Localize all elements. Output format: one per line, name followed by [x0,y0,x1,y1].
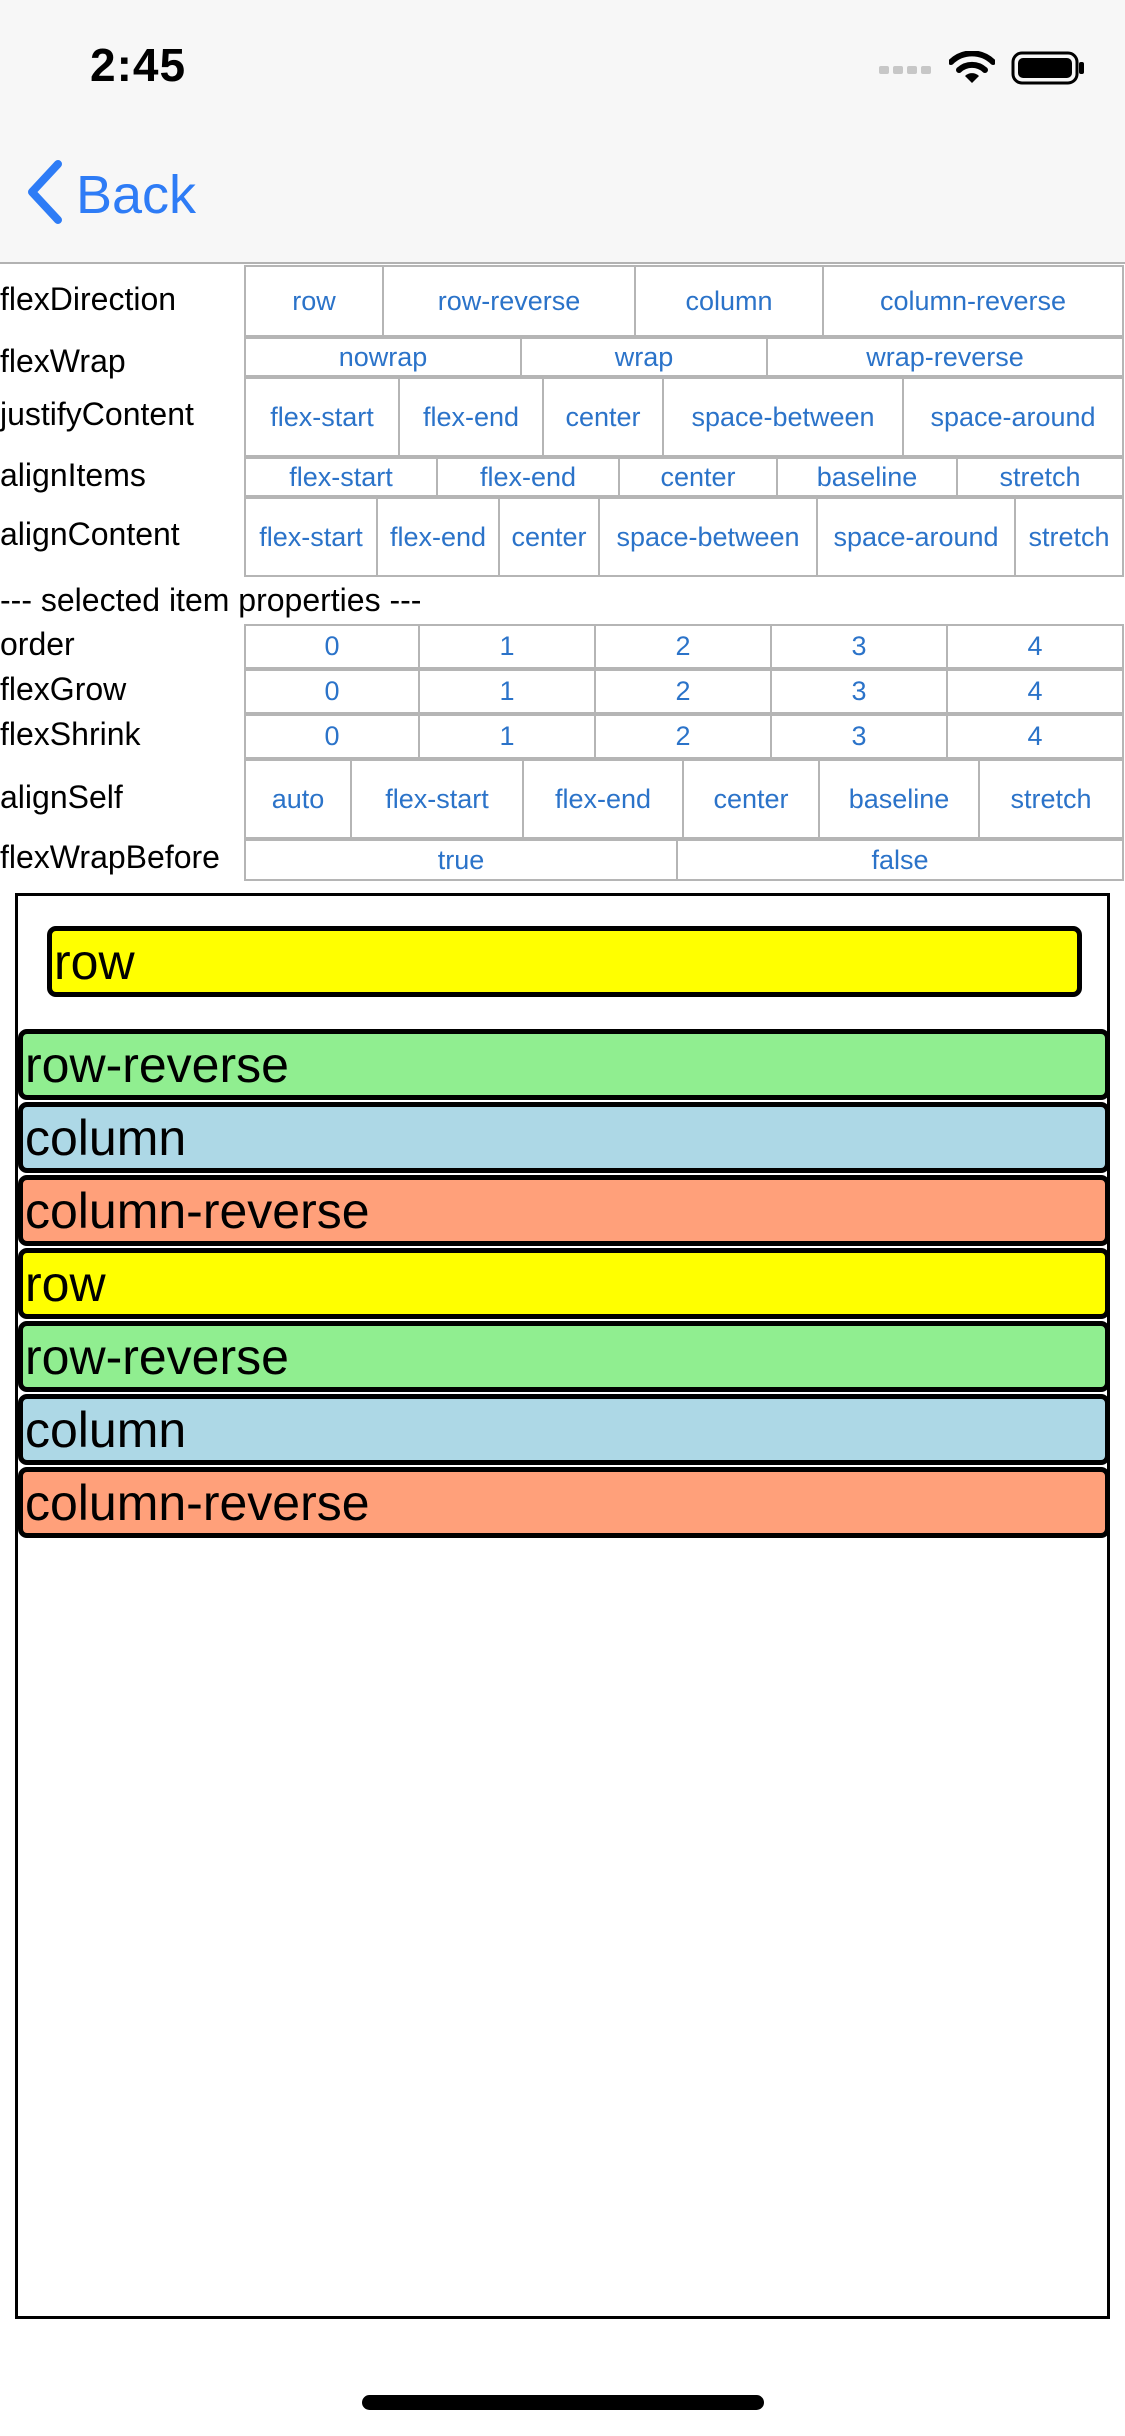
option-flex-direction-column-reverse[interactable]: column-reverse [824,267,1124,335]
option-order-4[interactable]: 4 [948,626,1124,667]
option-align-content-space-around[interactable]: space-around [818,499,1016,575]
option-flex-wrap-before-true[interactable]: true [246,841,678,879]
option-align-self-flex-start[interactable]: flex-start [352,761,524,837]
option-align-self-stretch[interactable]: stretch [980,761,1124,837]
option-flex-shrink-4[interactable]: 4 [948,716,1124,757]
label-justify-content: justifyContent [0,396,194,432]
option-justify-content-center[interactable]: center [544,379,664,455]
home-indicator [362,2395,764,2410]
wifi-icon [948,49,996,90]
label-flex-shrink: flexShrink [0,716,141,752]
chevron-left-icon [24,160,64,229]
selected-item-properties-heading: --- selected item properties --- [0,582,422,618]
option-flex-shrink-3[interactable]: 3 [772,716,948,757]
option-align-items-baseline[interactable]: baseline [778,459,958,495]
flex-playground: row row-reverse column column-reverse ro… [15,893,1110,2319]
option-align-items-flex-start[interactable]: flex-start [246,459,438,495]
option-align-content-center[interactable]: center [500,499,600,575]
status-time: 2:45 [90,39,187,91]
option-align-self-auto[interactable]: auto [246,761,352,837]
justify-content-segmented-control: flex-start flex-end center space-between… [244,377,1124,457]
flex-item[interactable]: column [18,1394,1110,1465]
label-order: order [0,626,75,662]
option-justify-content-space-around[interactable]: space-around [904,379,1124,455]
option-flex-shrink-1[interactable]: 1 [420,716,596,757]
option-flex-wrap-nowrap[interactable]: nowrap [246,339,522,375]
option-flex-grow-1[interactable]: 1 [420,671,596,712]
label-align-items: alignItems [0,457,146,493]
option-align-self-flex-end[interactable]: flex-end [524,761,684,837]
option-justify-content-space-between[interactable]: space-between [664,379,904,455]
align-self-segmented-control: auto flex-start flex-end center baseline… [244,759,1124,839]
navigation-bar: 2:45 Back [0,0,1125,264]
option-align-content-space-between[interactable]: space-between [600,499,818,575]
flex-item[interactable]: column-reverse [18,1467,1110,1538]
flex-grow-segmented-control: 0 1 2 3 4 [244,669,1124,714]
back-button[interactable]: Back [24,160,196,229]
battery-icon [1011,50,1085,91]
flex-wrap-before-segmented-control: true false [244,839,1124,881]
flex-item[interactable]: row [18,1248,1110,1319]
option-order-2[interactable]: 2 [596,626,772,667]
option-flex-grow-2[interactable]: 2 [596,671,772,712]
flex-item[interactable]: column-reverse [18,1175,1110,1246]
flex-item[interactable]: row-reverse [18,1321,1110,1392]
option-flex-wrap-wrap[interactable]: wrap [522,339,768,375]
option-align-items-stretch[interactable]: stretch [958,459,1124,495]
option-flex-grow-4[interactable]: 4 [948,671,1124,712]
option-flex-shrink-2[interactable]: 2 [596,716,772,757]
option-order-0[interactable]: 0 [246,626,420,667]
label-flex-wrap-before: flexWrapBefore [0,839,220,875]
option-align-content-stretch[interactable]: stretch [1016,499,1124,575]
label-align-self: alignSelf [0,779,123,815]
align-content-segmented-control: flex-start flex-end center space-between… [244,497,1124,577]
flex-item[interactable]: row [47,926,1082,997]
option-align-items-center[interactable]: center [620,459,778,495]
flex-shrink-segmented-control: 0 1 2 3 4 [244,714,1124,759]
option-align-content-flex-start[interactable]: flex-start [246,499,378,575]
option-align-content-flex-end[interactable]: flex-end [378,499,500,575]
flex-wrap-segmented-control: nowrap wrap wrap-reverse [244,337,1124,377]
label-flex-direction: flexDirection [0,281,177,317]
cellular-signal-icon [879,61,933,80]
option-align-self-baseline[interactable]: baseline [820,761,980,837]
option-order-3[interactable]: 3 [772,626,948,667]
flex-item[interactable]: column [18,1102,1110,1173]
option-flex-wrap-wrap-reverse[interactable]: wrap-reverse [768,339,1124,375]
option-flex-shrink-0[interactable]: 0 [246,716,420,757]
option-flex-direction-row-reverse[interactable]: row-reverse [384,267,636,335]
status-icons [879,49,1085,91]
option-order-1[interactable]: 1 [420,626,596,667]
label-align-content: alignContent [0,516,180,552]
flex-direction-segmented-control: row row-reverse column column-reverse [244,265,1124,337]
option-flex-grow-0[interactable]: 0 [246,671,420,712]
option-flex-direction-row[interactable]: row [246,267,384,335]
option-flex-direction-column[interactable]: column [636,267,824,335]
option-align-items-flex-end[interactable]: flex-end [438,459,620,495]
option-flex-wrap-before-false[interactable]: false [678,841,1124,879]
option-align-self-center[interactable]: center [684,761,820,837]
flex-item[interactable]: row-reverse [18,1029,1110,1100]
align-items-segmented-control: flex-start flex-end center baseline stre… [244,457,1124,497]
option-justify-content-flex-start[interactable]: flex-start [246,379,400,455]
order-segmented-control: 0 1 2 3 4 [244,624,1124,669]
back-label: Back [76,164,197,225]
label-flex-wrap: flexWrap [0,343,126,379]
label-flex-grow: flexGrow [0,671,127,707]
option-justify-content-flex-end[interactable]: flex-end [400,379,544,455]
option-flex-grow-3[interactable]: 3 [772,671,948,712]
